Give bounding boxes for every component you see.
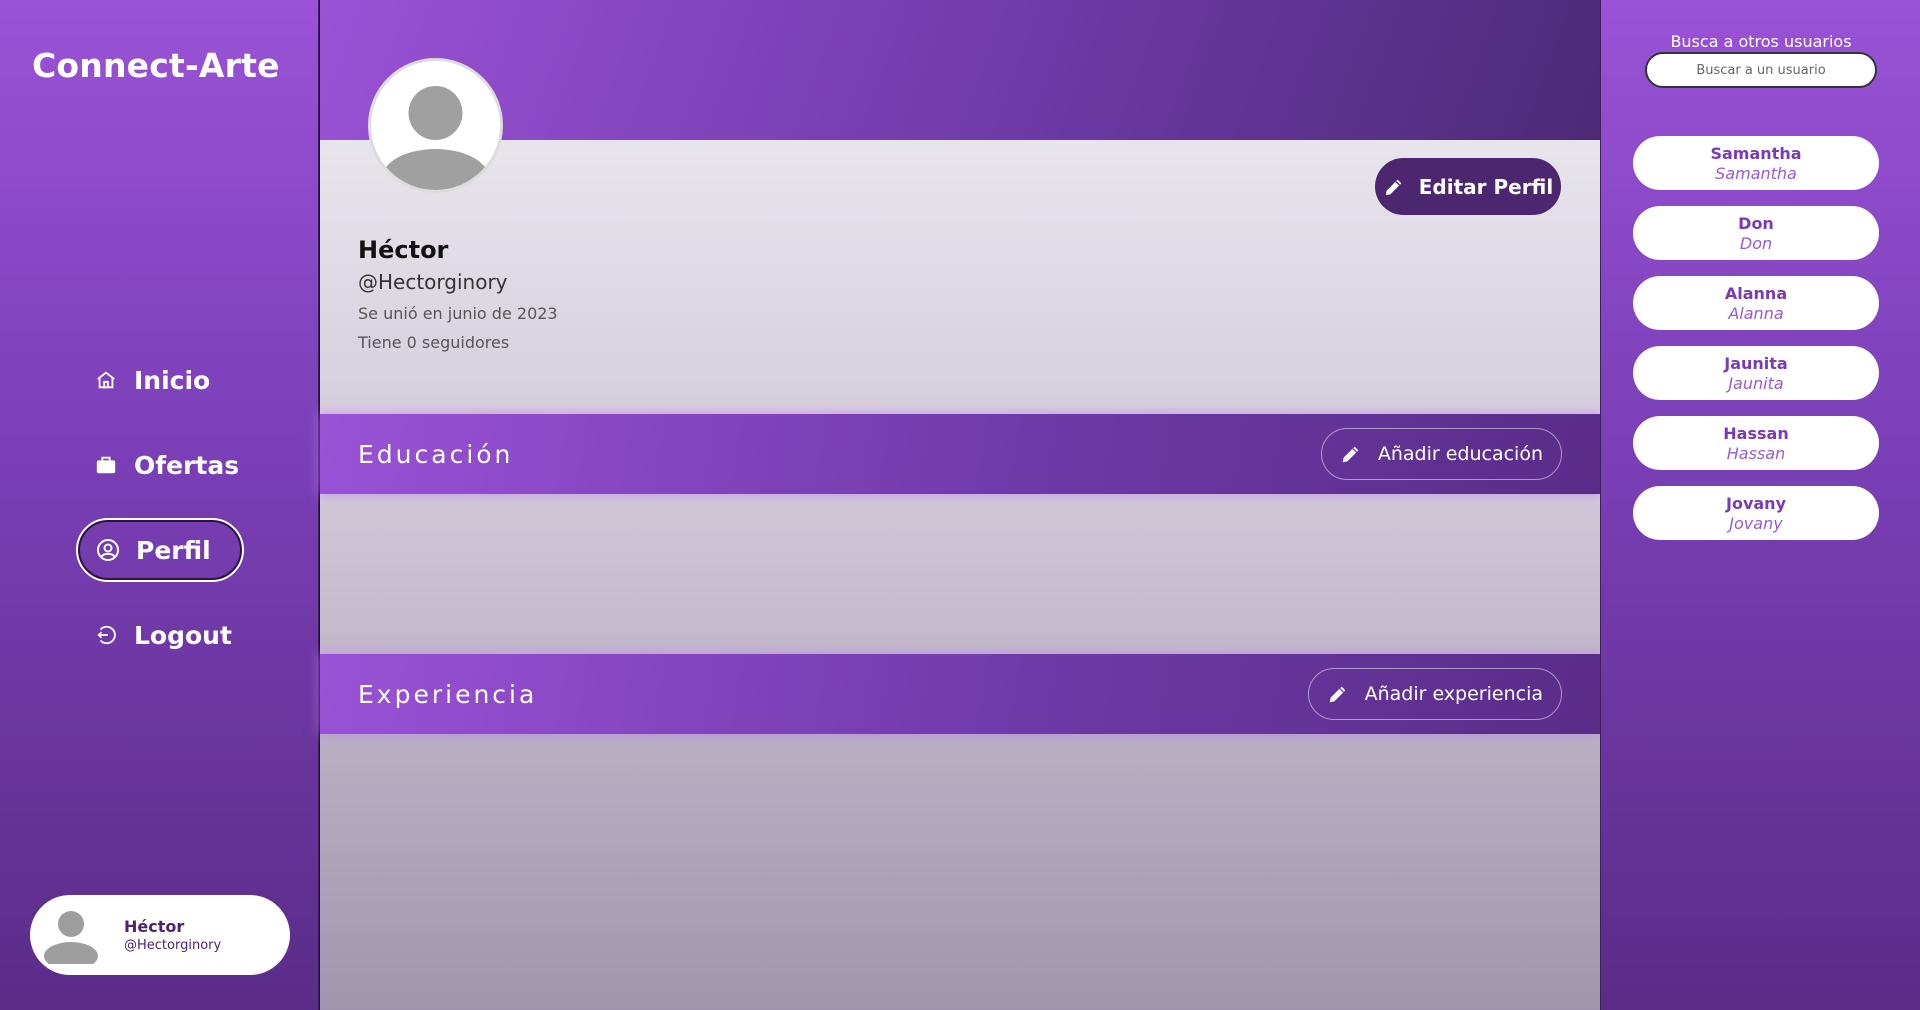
- right-panel: Busca a otros usuarios Samantha Samantha…: [1600, 0, 1920, 1010]
- education-title: Educación: [358, 439, 514, 469]
- brand-logo[interactable]: Connect-Arte: [32, 46, 280, 85]
- list-item[interactable]: Jaunita Jaunita: [1633, 346, 1879, 400]
- experience-section-header: Experiencia Añadir experiencia: [320, 654, 1600, 734]
- profile-handle: @Hectorginory: [358, 270, 508, 294]
- user-list: Samantha Samantha Don Don Alanna Alanna …: [1633, 136, 1879, 556]
- home-icon: [94, 368, 118, 392]
- add-education-button[interactable]: Añadir educación: [1320, 428, 1562, 480]
- pencil-icon: [1327, 683, 1349, 705]
- list-item[interactable]: Samantha Samantha: [1633, 136, 1879, 190]
- search-users-input[interactable]: [1645, 52, 1877, 88]
- nav-item-logout[interactable]: Logout: [76, 603, 244, 667]
- briefcase-icon: [94, 453, 118, 477]
- user-name: Alanna: [1724, 283, 1788, 303]
- user-handle: Don: [1739, 233, 1773, 253]
- profile-avatar: [368, 58, 503, 193]
- user-name: Jaunita: [1724, 353, 1788, 373]
- main-nav: Inicio Ofertas Perfil Logout: [76, 348, 244, 688]
- profile-followers: Tiene 0 seguidores: [358, 333, 510, 352]
- pencil-icon: [1383, 176, 1405, 198]
- search-users-title: Busca a otros usuarios: [1670, 32, 1852, 51]
- nav-label: Logout: [134, 620, 232, 650]
- user-circle-icon: [96, 538, 120, 562]
- nav-label: Inicio: [134, 365, 211, 395]
- nav-item-inicio[interactable]: Inicio: [76, 348, 244, 412]
- nav-label: Ofertas: [134, 450, 240, 480]
- edit-profile-button[interactable]: Editar Perfil: [1375, 158, 1561, 215]
- pencil-icon: [1340, 443, 1362, 465]
- profile-info: Héctor @Hectorginory Se unió en junio de…: [358, 236, 558, 352]
- profile-banner: [320, 0, 1600, 140]
- user-name: Samantha: [1710, 143, 1802, 163]
- education-section-header: Educación Añadir educación: [320, 414, 1600, 494]
- list-item[interactable]: Jovany Jovany: [1633, 486, 1879, 540]
- nav-item-ofertas[interactable]: Ofertas: [76, 433, 244, 497]
- list-item[interactable]: Hassan Hassan: [1633, 416, 1879, 470]
- user-name: Hassan: [1723, 423, 1789, 443]
- user-name: Don: [1738, 213, 1774, 233]
- left-sidebar: Connect-Arte Inicio Ofertas Perfil Logou…: [0, 0, 319, 1010]
- edit-profile-label: Editar Perfil: [1418, 174, 1554, 199]
- logout-icon: [94, 623, 118, 647]
- user-handle: Jovany: [1729, 513, 1783, 533]
- user-handle: Samantha: [1715, 163, 1797, 183]
- experience-title: Experiencia: [358, 679, 538, 709]
- nav-item-perfil[interactable]: Perfil: [76, 518, 244, 582]
- add-experience-button[interactable]: Añadir experiencia: [1307, 668, 1562, 720]
- current-user-card[interactable]: Héctor @Hectorginory: [30, 895, 290, 975]
- app-root: Connect-Arte Inicio Ofertas Perfil Logou…: [0, 0, 1920, 1010]
- avatar: [42, 906, 100, 970]
- profile-name: Héctor: [358, 236, 449, 264]
- profile-joined: Se unió en junio de 2023: [358, 304, 558, 323]
- list-item[interactable]: Don Don: [1633, 206, 1879, 260]
- profile-main: Editar Perfil Héctor @Hectorginory Se un…: [320, 0, 1600, 1010]
- add-education-label: Añadir educación: [1377, 443, 1543, 465]
- list-item[interactable]: Alanna Alanna: [1633, 276, 1879, 330]
- user-handle: Hassan: [1726, 443, 1786, 463]
- add-experience-label: Añadir experiencia: [1364, 683, 1543, 705]
- user-name: Jovany: [1726, 493, 1786, 513]
- nav-label: Perfil: [136, 535, 211, 565]
- user-handle: Alanna: [1728, 303, 1784, 323]
- current-user-name: Héctor: [124, 917, 185, 936]
- user-handle: Jaunita: [1728, 373, 1784, 393]
- current-user-handle: @Hectorginory: [124, 938, 222, 953]
